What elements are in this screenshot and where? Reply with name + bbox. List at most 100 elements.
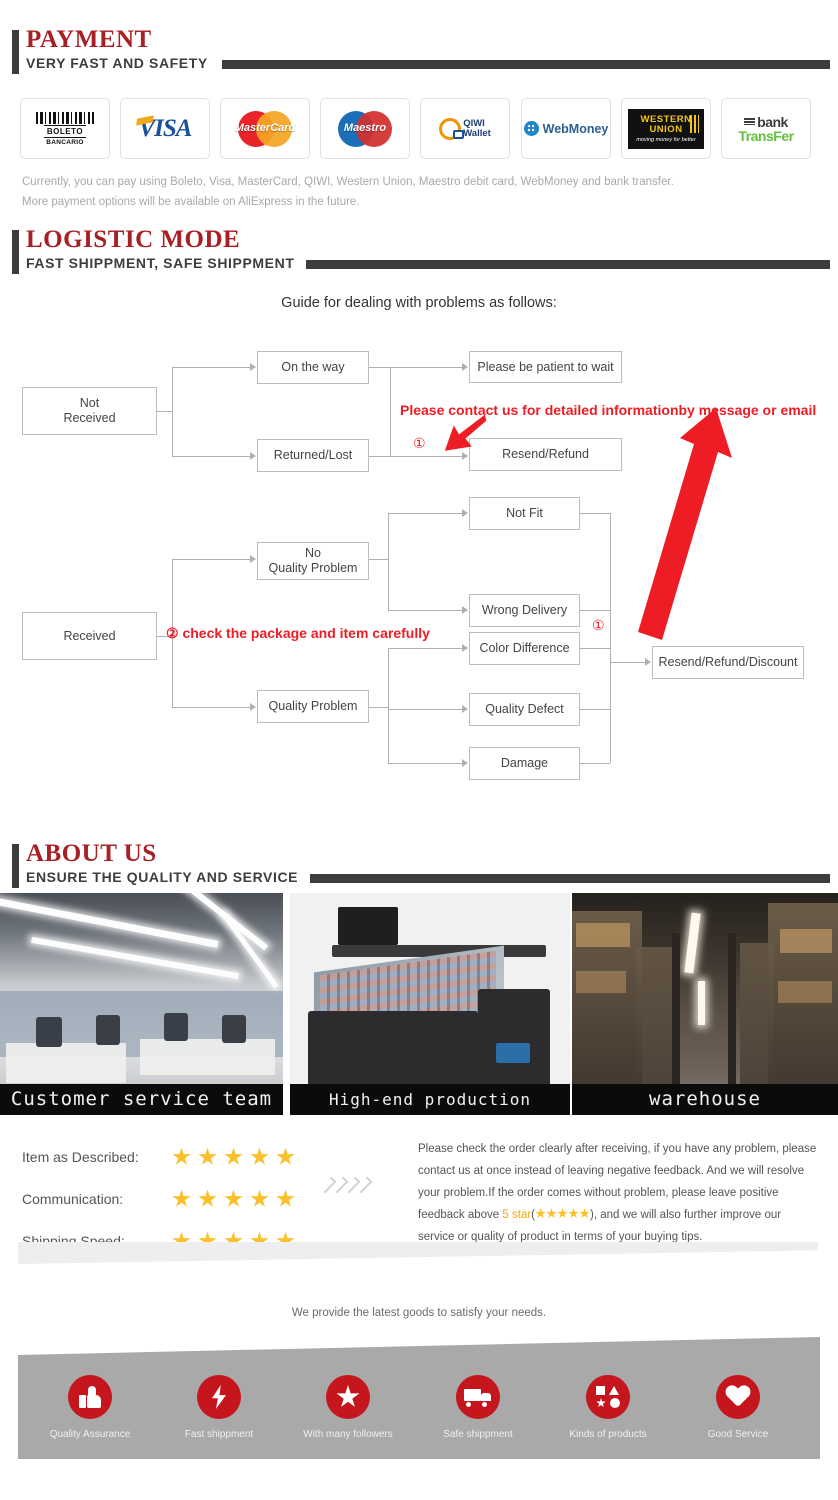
annotation-check-package-text: check the package and item carefully: [182, 625, 430, 641]
payment-logo-qiwi-wallet: QIWI Wallet: [420, 98, 510, 159]
service-badge-strip: Quality Assurance Fast shippment With ma…: [18, 1337, 820, 1459]
payment-logo-western-union: WESTERN UNION moving money for better: [621, 98, 711, 159]
flow-box-color-difference: Color Difference: [469, 632, 580, 665]
about-photo-row: Customer service team High-end productio…: [0, 893, 838, 1115]
flow-box-no-quality-problem: No Quality Problem: [257, 542, 369, 580]
shapes-icon: [586, 1375, 630, 1419]
flow-box-quality-problem: Quality Problem: [257, 690, 369, 723]
connector: [369, 707, 388, 708]
star-icon: [250, 1147, 269, 1165]
logistic-section-header: LOGISTIC MODE FAST SHIPPMENT, SAFE SHIPP…: [0, 226, 838, 276]
connector: [580, 513, 610, 514]
about-subtitle: ENSURE THE QUALITY AND SERVICE: [26, 869, 299, 885]
connector: [369, 559, 388, 560]
seller-ratings: Item as Described: Communication: Shippi…: [0, 1130, 838, 1260]
flow-box-wrong-delivery: Wrong Delivery: [469, 594, 580, 627]
office-photo-caption: Customer service team: [0, 1084, 283, 1115]
connector: [580, 610, 610, 611]
payment-section-header: PAYMENT VERY FAST AND SAFETY: [0, 26, 838, 76]
maestro-wordmark: Maestro: [343, 121, 387, 134]
red-arrow-long-up-icon: [638, 408, 732, 640]
arrow-icon: [462, 759, 468, 767]
rating-row-communication: Communication:: [22, 1184, 295, 1214]
connector: [369, 456, 390, 457]
connector: [580, 763, 610, 764]
arrow-icon: [462, 509, 468, 517]
star-icon: [535, 1208, 546, 1219]
star-icon: [172, 1189, 191, 1207]
section-rule: [310, 874, 830, 883]
chevron-right-icon: [346, 1172, 358, 1198]
mastercard-wordmark: MasterCard: [234, 121, 296, 134]
logistic-subtitle: FAST SHIPPMENT, SAFE SHIPPMENT: [26, 255, 295, 271]
connector: [580, 648, 610, 649]
bank-transfer-line2: TransFer: [738, 127, 794, 144]
barcode-icon: [36, 111, 94, 124]
star-icon: [172, 1147, 191, 1165]
chevron-right-icon: [358, 1172, 370, 1198]
warehouse-photo: warehouse: [572, 893, 838, 1115]
star-icon: [198, 1147, 217, 1165]
star-icon: [568, 1208, 579, 1219]
badge-label: Kinds of products: [569, 1429, 647, 1440]
badge-fast-shippment: Fast shippment: [159, 1375, 279, 1440]
badge-label: Good Service: [707, 1429, 769, 1440]
boleto-line2: BANCARIO: [46, 138, 84, 146]
flow-box-not-fit: Not Fit: [469, 497, 580, 530]
thumbs-up-icon: [68, 1375, 112, 1419]
badge-with-many-followers: With many followers: [288, 1375, 408, 1440]
arrow-icon: [462, 644, 468, 652]
star-icon: [546, 1208, 557, 1219]
connector: [388, 709, 462, 710]
connector: [172, 559, 250, 560]
rating-label: Item as Described:: [22, 1149, 139, 1165]
flowchart-title: Guide for dealing with problems as follo…: [281, 295, 557, 311]
arrow-icon: [462, 606, 468, 614]
rating-stars: [172, 1147, 295, 1167]
feedback-highlight: 5 star: [502, 1209, 532, 1221]
connector: [388, 513, 389, 611]
flow-box-damage: Damage: [469, 747, 580, 780]
logistic-title: LOGISTIC MODE: [26, 226, 241, 253]
star-icon: [276, 1189, 295, 1207]
flow-box-quality-defect: Quality Defect: [469, 693, 580, 726]
lightning-bolt-icon: [197, 1375, 241, 1419]
badge-good-service: Good Service: [678, 1375, 798, 1440]
product-description-page: PAYMENT VERY FAST AND SAFETY BOLETO BANC…: [0, 0, 838, 1500]
office-photo: Customer service team: [0, 893, 283, 1115]
qiwi-line2: Wallet: [463, 127, 491, 139]
connector: [390, 367, 391, 457]
feedback-instructions: Please check the order clearly after rec…: [418, 1138, 818, 1248]
payment-note-line1: Currently, you can pay using Boleto, Vis…: [22, 176, 674, 188]
payment-methods-row: BOLETO BANCARIO VISA MasterCard Maestro: [20, 98, 820, 161]
red-arrow-up-left-icon: [444, 414, 487, 451]
feedback-inline-stars: (: [531, 1208, 590, 1221]
star-icon: [198, 1189, 217, 1207]
webmoney-icon: [523, 121, 539, 136]
connector: [388, 648, 462, 649]
annotation-check-package: ② check the package and item carefully: [166, 625, 430, 642]
heart-icon: [716, 1375, 760, 1419]
chevron-right-group-icon: [322, 1172, 370, 1198]
badge-kinds-of-products: Kinds of products: [548, 1375, 668, 1440]
connector: [388, 763, 462, 764]
marker-one-upper: ①: [413, 435, 426, 451]
western-union-stripes-icon: [690, 114, 699, 133]
qiwi-icon: [439, 117, 465, 140]
connector: [172, 456, 250, 457]
arrow-icon: [462, 363, 468, 371]
connector: [388, 513, 462, 514]
connector: [610, 513, 611, 763]
about-section-header: ABOUT US ENSURE THE QUALITY AND SERVICE: [0, 840, 838, 890]
badge-label: Fast shippment: [184, 1429, 254, 1440]
arrow-icon: [250, 555, 256, 563]
chevron-right-icon: [322, 1172, 334, 1198]
connector: [157, 411, 172, 412]
star-icon: [250, 1189, 269, 1207]
star-icon: [579, 1208, 590, 1219]
badge-quality-assurance: Quality Assurance: [30, 1375, 150, 1440]
payment-logo-bank-transfer: bank TransFer: [721, 98, 811, 159]
payment-logo-webmoney: WebMoney: [521, 98, 611, 159]
badge-label: Safe shippment: [443, 1429, 513, 1440]
arrow-icon: [462, 705, 468, 713]
